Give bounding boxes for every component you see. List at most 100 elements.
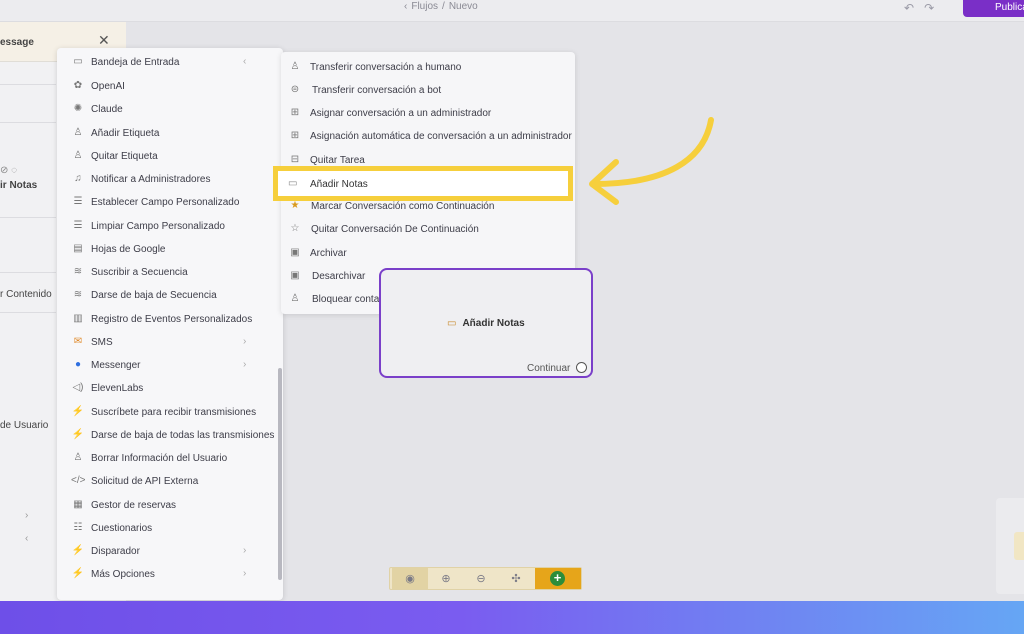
bolt-off-icon: ⚡ bbox=[71, 429, 85, 440]
panel-text-usuario: de Usuario bbox=[0, 420, 49, 431]
audio-icon: ◁) bbox=[72, 382, 84, 393]
top-bar: ‹Flujos/Nuevo ↶↷ Publicar bbox=[0, 0, 1024, 22]
note-icon: ▭ bbox=[288, 178, 298, 189]
menu-item-suscribete-transmisiones[interactable]: ⚡ Suscríbete para recibir transmisiones bbox=[57, 402, 279, 425]
menu-item-elevenlabs[interactable]: ◁) ElevenLabs bbox=[57, 378, 279, 401]
menu-item-cuestionarios[interactable]: ☷ Cuestionarios bbox=[57, 518, 279, 541]
menu-item-registro-eventos[interactable]: ▥ Registro de Eventos Personalizados bbox=[57, 309, 279, 332]
note-icon: ▭ bbox=[447, 318, 457, 329]
undo-icon[interactable]: ↶ bbox=[904, 1, 914, 15]
menu-item-mas-opciones[interactable]: ⚡ Más Opciones › bbox=[57, 564, 279, 587]
submenu-item-transferir-bot[interactable]: ⊜ Transferir conversación a bot bbox=[281, 80, 575, 103]
chart-icon: ▥ bbox=[73, 313, 83, 324]
database-clear-icon: ☰ bbox=[73, 220, 83, 231]
submenu-item-transferir-humano[interactable]: ♙ Transferir conversación a humano bbox=[281, 57, 575, 80]
bot-icon: ⊜ bbox=[290, 84, 300, 95]
panel-text-contenido: r Contenido bbox=[0, 289, 52, 300]
panel-icons: ⊘ ◌ bbox=[0, 165, 17, 176]
close-icon[interactable]: ✕ bbox=[98, 32, 110, 49]
chevron-right-icon: › bbox=[243, 545, 247, 556]
remove-task-icon: ⊟ bbox=[290, 154, 300, 165]
link-icon: ⊘ bbox=[0, 165, 9, 176]
menu-item-suscribir-secuencia[interactable]: ≋ Suscribir a Secuencia bbox=[57, 262, 279, 285]
inbox-icon: ▭ bbox=[73, 56, 83, 67]
sequence-icon: ≋ bbox=[73, 266, 83, 277]
menu-item-api-externa[interactable]: </> Solicitud de API Externa bbox=[57, 471, 279, 494]
sms-icon: ✉ bbox=[73, 336, 83, 347]
menu-item-hojas-google[interactable]: ▤ Hojas de Google bbox=[57, 239, 279, 262]
panel-title: essage bbox=[0, 37, 34, 48]
flow-node[interactable]: ▭ Añadir Notas Continuar bbox=[379, 268, 593, 378]
zoom-in-icon[interactable]: ⊕ bbox=[428, 568, 464, 589]
menu-item-disparador[interactable]: ⚡ Disparador › bbox=[57, 541, 279, 564]
menu-item-limpiar-campo[interactable]: ☰ Limpiar Campo Personalizado bbox=[57, 216, 279, 239]
publish-button[interactable]: Publicar bbox=[963, 0, 1024, 17]
menu-item-claude[interactable]: ✺ Claude bbox=[57, 99, 279, 122]
user-untag-icon: ♙ bbox=[73, 150, 83, 161]
submenu-item-archivar[interactable]: ▣ Archivar bbox=[281, 243, 575, 266]
menu-item-messenger[interactable]: ● Messenger › bbox=[57, 355, 279, 378]
chat-icon: ◌ bbox=[11, 165, 18, 176]
person-icon: ♙ bbox=[290, 61, 300, 72]
history-controls: ↶ ↷ bbox=[904, 1, 944, 15]
chevron-right-icon: › bbox=[243, 359, 247, 370]
chevron-right-icon[interactable]: › bbox=[25, 510, 28, 521]
menu-item-sms[interactable]: ✉ SMS › bbox=[57, 332, 279, 355]
menu-item-baja-transmisiones[interactable]: ⚡ Darse de baja de todas las transmisione… bbox=[57, 425, 279, 448]
claude-icon: ✺ bbox=[73, 103, 83, 114]
menu-item-establecer-campo[interactable]: ☰ Establecer Campo Personalizado bbox=[57, 192, 279, 215]
user-tag-icon: ♙ bbox=[73, 127, 83, 138]
chat-plus-icon: ⊞ bbox=[290, 107, 300, 118]
menu-item-reservas[interactable]: ▦ Gestor de reservas bbox=[57, 495, 279, 518]
star-outline-icon: ☆ bbox=[290, 223, 300, 234]
submenu-item-quitar-continuacion[interactable]: ☆ Quitar Conversación De Continuación bbox=[281, 219, 575, 242]
redo-icon[interactable]: ↷ bbox=[924, 1, 934, 15]
bottom-banner bbox=[0, 601, 1024, 634]
continue-label: Continuar bbox=[527, 363, 571, 374]
calendar-icon: ▦ bbox=[73, 499, 83, 510]
menu-item-baja-secuencia[interactable]: ≋ Darse de baja de Secuencia bbox=[57, 285, 279, 308]
preview-icon[interactable]: ◉ bbox=[392, 568, 428, 589]
connector-handle[interactable] bbox=[576, 362, 587, 373]
submenu-item-asignar-admin[interactable]: ⊞ Asignar conversación a un administrador bbox=[281, 103, 575, 126]
chevron-left-icon: ‹ bbox=[243, 56, 247, 67]
breadcrumb-nuevo: Nuevo bbox=[448, 1, 478, 12]
divider bbox=[0, 217, 56, 218]
node-title: ▭ Añadir Notas bbox=[447, 318, 525, 329]
more-options-icon: ⚡ bbox=[71, 568, 85, 579]
bell-icon: ♫ bbox=[74, 173, 82, 184]
archive-icon: ▣ bbox=[290, 247, 300, 258]
menu-item-borrar-info[interactable]: ♙ Borrar Información del Usuario bbox=[57, 448, 279, 471]
sequence-unsubscribe-icon: ≋ bbox=[73, 289, 83, 300]
block-contact-icon: ♙ bbox=[290, 293, 300, 304]
zoom-out-icon[interactable]: ⊖ bbox=[463, 568, 499, 589]
submenu-item-asignacion-automatica[interactable]: ⊞ Asignación automática de conversación a… bbox=[281, 126, 575, 149]
divider bbox=[0, 272, 56, 273]
menu-item-quitar-etiqueta[interactable]: ♙ Quitar Etiqueta bbox=[57, 146, 279, 169]
messenger-icon: ● bbox=[74, 359, 82, 370]
breadcrumb: ‹ Flujos / Nuevo bbox=[404, 1, 478, 12]
menu-item-anadir-etiqueta[interactable]: ♙ Añadir Etiqueta bbox=[57, 123, 279, 146]
breadcrumb-flujos[interactable]: Flujos bbox=[411, 1, 438, 12]
user-remove-icon: ♙ bbox=[73, 452, 83, 463]
add-step-button[interactable]: + bbox=[535, 568, 581, 589]
quiz-icon: ☷ bbox=[73, 522, 83, 533]
chevron-left-icon[interactable]: ‹ bbox=[25, 533, 28, 544]
annotation-arrow-icon bbox=[589, 117, 714, 205]
trigger-icon: ⚡ bbox=[71, 545, 85, 556]
submenu-item-anadir-notas[interactable]: ▭ Añadir Notas bbox=[273, 166, 573, 201]
divider bbox=[0, 122, 56, 123]
bolt-icon: ⚡ bbox=[71, 406, 85, 417]
unarchive-icon: ▣ bbox=[290, 270, 300, 281]
scrollbar[interactable] bbox=[278, 368, 282, 580]
database-icon: ☰ bbox=[73, 196, 83, 207]
canvas-toolbar: ◉ ⊕ ⊖ ✣ + bbox=[389, 567, 582, 590]
menu-item-notificar[interactable]: ♫ Notificar a Administradores bbox=[57, 169, 279, 192]
menu-item-bandeja[interactable]: ▭ Bandeja de Entrada ‹ bbox=[57, 52, 279, 75]
fit-view-icon[interactable]: ✣ bbox=[498, 568, 534, 589]
sheets-icon: ▤ bbox=[73, 243, 83, 254]
side-panel-tab[interactable] bbox=[996, 498, 1024, 594]
code-icon: </> bbox=[71, 475, 86, 486]
menu-item-openai[interactable]: ✿ OpenAI bbox=[57, 76, 279, 99]
chevron-left-icon[interactable]: ‹ bbox=[404, 1, 407, 12]
